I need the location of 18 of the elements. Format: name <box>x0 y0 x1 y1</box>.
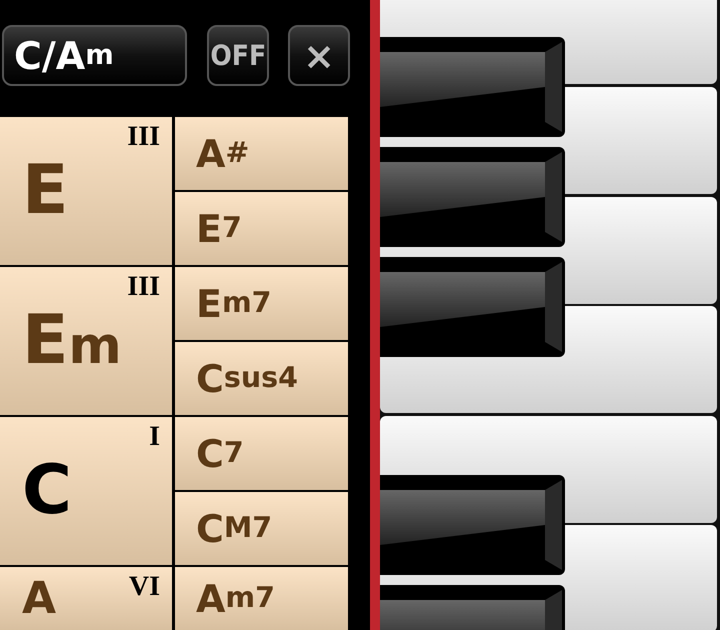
chord-variant-button[interactable]: A# <box>173 115 348 190</box>
chord-variant-button[interactable]: Am7 <box>173 565 348 630</box>
degree-label: III <box>127 273 160 301</box>
chord-button[interactable]: E III <box>0 115 173 265</box>
chord-variant-button[interactable]: Em7 <box>173 265 348 340</box>
degree-label: III <box>127 123 160 151</box>
chord-variant-button[interactable]: CM7 <box>173 490 348 565</box>
chord-variant-button[interactable]: Csus4 <box>173 340 348 415</box>
off-button[interactable]: OFF <box>207 25 270 86</box>
close-button[interactable]: × <box>288 25 350 86</box>
chord-button[interactable]: A VI <box>0 565 173 630</box>
degree-label: I <box>149 423 160 451</box>
degree-label: VI <box>128 573 160 601</box>
key-button[interactable]: C/Am <box>2 25 188 86</box>
chord-button[interactable]: C I <box>0 415 173 565</box>
chord-variant-button[interactable]: C7 <box>173 415 348 490</box>
chord-variant-button[interactable]: E7 <box>173 190 348 265</box>
chord-button[interactable]: Em III <box>0 265 173 415</box>
